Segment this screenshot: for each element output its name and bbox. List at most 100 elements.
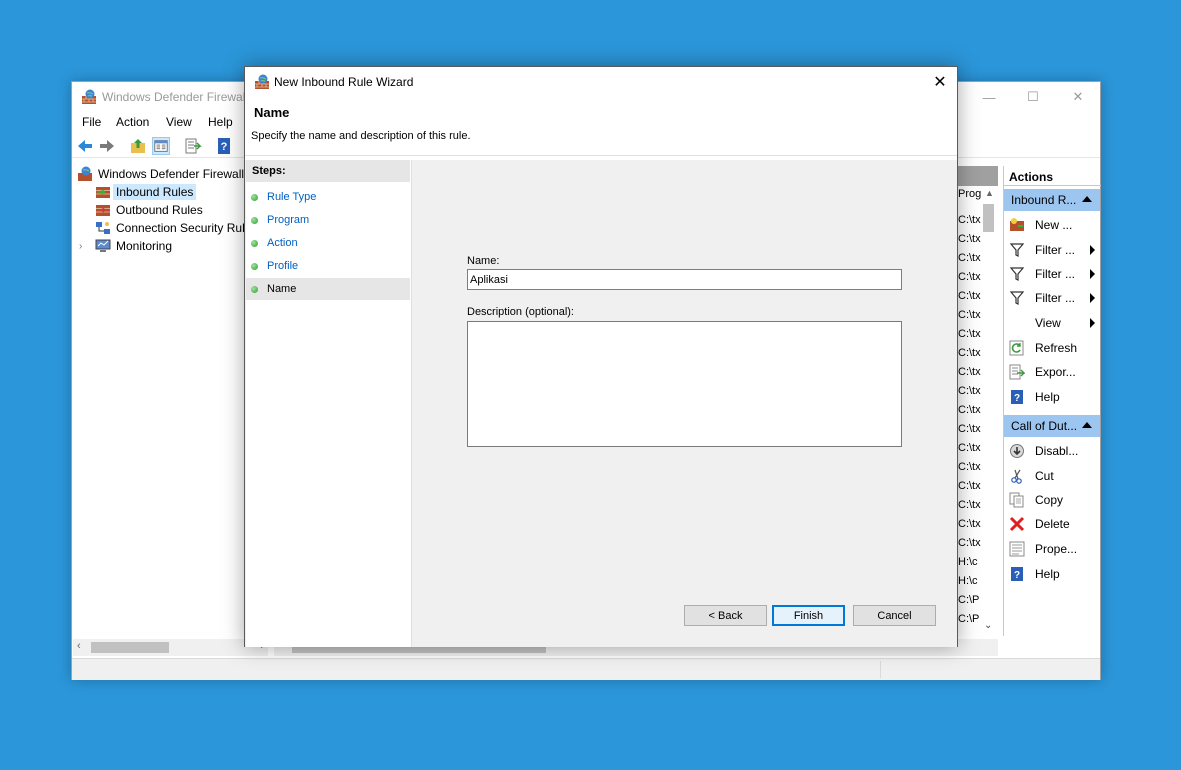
list-cell[interactable]: C:\tx (958, 461, 982, 473)
list-cell[interactable]: C:\tx (958, 233, 982, 245)
action-help-rule[interactable]: ? Help (1009, 563, 1097, 585)
forward-arrow-icon[interactable] (98, 137, 116, 155)
list-cell[interactable]: C:\tx (958, 480, 982, 492)
action-label: Filter ... (1035, 267, 1076, 281)
action-disable-rule[interactable]: Disabl... (1009, 440, 1097, 462)
action-copy[interactable]: Copy (1009, 489, 1097, 511)
description-input[interactable] (467, 321, 902, 447)
list-cell[interactable]: C:\tx (958, 404, 982, 416)
list-cell[interactable]: C:\tx (958, 347, 982, 359)
back-arrow-icon[interactable] (76, 137, 94, 155)
name-input[interactable] (467, 269, 902, 290)
wizard-body: Steps: Rule Type Program Action Profile … (245, 160, 957, 647)
action-label: Delete (1035, 517, 1070, 531)
tree-item-inbound-rules[interactable]: Inbound Rules (95, 183, 197, 201)
action-filter-profile[interactable]: Filter ... (1009, 239, 1097, 261)
tree-item-connection-security-rules[interactable]: Connection Security Rul (95, 219, 245, 237)
scroll-down-icon[interactable]: ⌄ (984, 620, 992, 631)
tree-scroll-thumb[interactable] (91, 642, 169, 653)
list-cell[interactable]: C:\tx (958, 214, 982, 226)
menu-action[interactable]: Action (116, 115, 149, 129)
tree-horizontal-scrollbar[interactable]: ‹ › (73, 639, 268, 656)
action-view[interactable]: View (1009, 312, 1097, 334)
export-list-icon[interactable] (184, 137, 202, 155)
tree-item-monitoring[interactable]: › Monitoring (79, 237, 172, 255)
tree-item-outbound-rules[interactable]: Outbound Rules (95, 201, 203, 219)
action-help[interactable]: ? Help (1009, 386, 1097, 408)
tree-root[interactable]: Windows Defender Firewall w (77, 165, 256, 183)
action-group-selected-rule[interactable]: Call of Dut... (1004, 415, 1100, 437)
list-cell[interactable]: C:\P (958, 594, 982, 606)
scroll-up-icon[interactable]: ▲ (985, 188, 994, 198)
description-label: Description (optional): (467, 306, 574, 318)
show-hide-tree-icon[interactable] (152, 137, 170, 155)
back-button[interactable]: < Back (684, 605, 767, 626)
action-properties[interactable]: Prope... (1009, 538, 1097, 560)
action-filter-state[interactable]: Filter ... (1009, 263, 1097, 285)
collapse-triangle-icon[interactable] (1082, 196, 1092, 202)
step-profile[interactable]: Profile (246, 255, 410, 277)
list-cell[interactable]: C:\tx (958, 423, 982, 435)
list-cell[interactable]: C:\tx (958, 537, 982, 549)
list-cell[interactable]: C:\tx (958, 442, 982, 454)
step-label: Name (267, 283, 297, 295)
list-cell[interactable]: H:\c (958, 575, 982, 587)
cancel-button[interactable]: Cancel (853, 605, 936, 626)
close-button[interactable]: ✕ (1055, 82, 1101, 112)
list-cell[interactable]: C:\tx (958, 290, 982, 302)
wizard-close-button[interactable]: ✕ (923, 67, 957, 97)
list-cell[interactable]: H:\c (958, 556, 982, 568)
outbound-rules-icon (96, 205, 110, 216)
scroll-left-icon[interactable]: ‹ (77, 640, 81, 652)
disable-rule-icon (1009, 443, 1025, 459)
help-icon[interactable]: ? (215, 137, 233, 155)
list-cell[interactable]: C:\tx (958, 499, 982, 511)
tree-item-label: Outbound Rules (116, 203, 203, 217)
action-label: Prope... (1035, 542, 1078, 556)
minimize-button[interactable]: — (966, 82, 1012, 112)
up-folder-icon[interactable] (129, 137, 147, 155)
list-cell[interactable]: C:\tx (958, 385, 982, 397)
list-cell[interactable]: C:\tx (958, 309, 982, 321)
action-label: Refresh (1035, 341, 1078, 355)
step-action[interactable]: Action (246, 232, 410, 254)
list-cell[interactable]: C:\P (958, 613, 982, 625)
action-filter-group[interactable]: Filter ... (1009, 287, 1097, 309)
maximize-button[interactable]: ☐ (1010, 82, 1056, 112)
status-divider (880, 661, 881, 678)
svg-text:?: ? (221, 141, 228, 153)
finish-button[interactable]: Finish (772, 605, 845, 626)
expand-chevron-icon[interactable]: › (79, 241, 87, 252)
help-icon: ? (1009, 566, 1025, 582)
menu-file[interactable]: File (82, 115, 101, 129)
step-rule-type[interactable]: Rule Type (246, 186, 410, 208)
menu-view[interactable]: View (166, 115, 192, 129)
list-cell[interactable]: C:\tx (958, 328, 982, 340)
list-cell[interactable]: C:\tx (958, 518, 982, 530)
action-group-inbound-rules[interactable]: Inbound R... (1004, 189, 1100, 211)
refresh-icon (1009, 340, 1025, 356)
list-cell[interactable]: C:\tx (958, 271, 982, 283)
list-cell[interactable]: C:\tx (958, 366, 982, 378)
submenu-arrow-icon (1090, 245, 1095, 255)
export-list-icon (1009, 364, 1025, 380)
action-cut[interactable]: Cut (1009, 465, 1097, 487)
action-refresh[interactable]: Refresh (1009, 337, 1097, 359)
collapse-triangle-icon[interactable] (1082, 422, 1092, 428)
menu-help[interactable]: Help (208, 115, 233, 129)
copy-icon (1009, 492, 1025, 508)
navigation-tree: Windows Defender Firewall w Inbound Rule… (72, 165, 272, 645)
list-vertical-scrollbar[interactable]: ▲ ⌄ (980, 188, 997, 638)
action-group-label: Inbound R... (1011, 193, 1077, 207)
svg-text:?: ? (1014, 570, 1020, 581)
action-export-list[interactable]: Expor... (1009, 361, 1097, 383)
steps-divider (410, 160, 412, 647)
filter-funnel-icon (1009, 266, 1025, 282)
list-cell[interactable]: C:\tx (958, 252, 982, 264)
action-label: New ... (1035, 218, 1073, 232)
inbound-rules-icon (96, 187, 110, 198)
action-delete[interactable]: Delete (1009, 513, 1097, 535)
action-new-rule[interactable]: New ... (1009, 214, 1097, 236)
step-program[interactable]: Program (246, 209, 410, 231)
list-vscroll-thumb[interactable] (983, 204, 994, 232)
